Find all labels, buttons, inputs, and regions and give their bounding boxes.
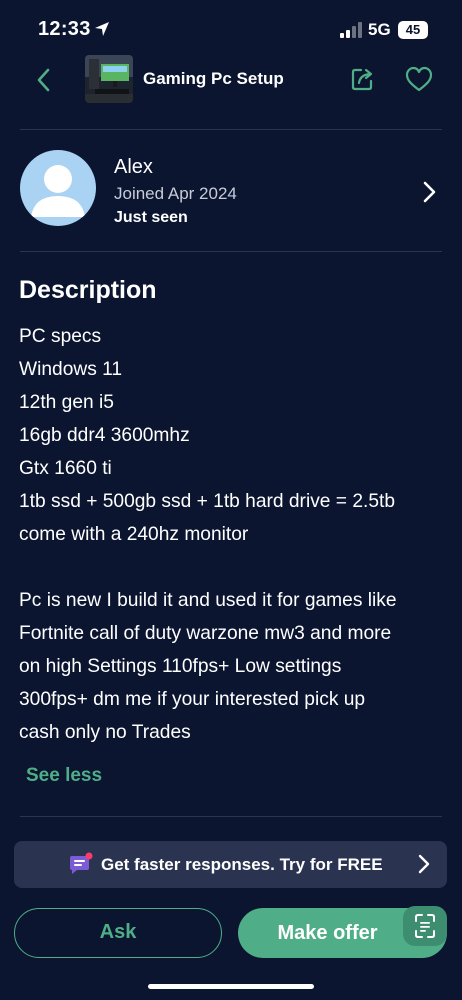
seller-divider — [20, 251, 442, 252]
chevron-right-icon — [418, 854, 430, 874]
description-line: PC specs — [19, 326, 102, 347]
description-line: on high Settings 110fps+ Low settings — [19, 656, 342, 677]
description-divider — [20, 816, 442, 817]
header-divider — [20, 129, 442, 130]
avatar — [20, 150, 96, 226]
home-indicator — [148, 984, 314, 989]
signal-bars-icon — [340, 22, 362, 38]
listing-header: Gaming Pc Setup — [0, 55, 462, 105]
scan-icon — [415, 914, 435, 938]
description-text: PC specs Windows 11 12th gen i5 16gb ddr… — [19, 320, 444, 749]
seller-row[interactable]: Alex Joined Apr 2024 Just seen — [0, 145, 462, 240]
description-line: Windows 11 — [19, 359, 123, 380]
make-offer-label: Make offer — [277, 922, 378, 944]
description-line: cash only no Trades — [19, 722, 191, 743]
description-line: 1tb ssd + 500gb ssd + 1tb hard drive = 2… — [19, 491, 396, 512]
description-line: Pc is new I build it and used it for gam… — [19, 590, 397, 611]
description-line: 300fps+ dm me if your interested pick up — [19, 689, 366, 710]
listing-thumbnail[interactable] — [85, 55, 133, 103]
location-arrow-icon — [95, 22, 109, 36]
description-line: Fortnite call of duty warzone mw3 and mo… — [19, 623, 392, 644]
seller-name: Alex — [114, 156, 153, 178]
description-line: 12th gen i5 — [19, 392, 114, 413]
back-chevron-icon[interactable] — [30, 65, 58, 95]
battery-icon: 45 — [398, 21, 428, 39]
page-title: Gaming Pc Setup — [143, 69, 284, 88]
scan-button[interactable] — [403, 906, 447, 946]
ask-button[interactable]: Ask — [14, 908, 222, 958]
description-heading: Description — [19, 276, 157, 304]
user-avatar-icon — [31, 165, 85, 217]
listing-thumbnail-image — [85, 55, 133, 103]
description-paragraph-gap — [19, 551, 444, 584]
chat-bubble-icon — [70, 852, 93, 874]
promo-text: Get faster responses. Try for FREE — [101, 855, 383, 874]
seller-joined-date: Joined Apr 2024 — [114, 184, 237, 203]
share-icon[interactable] — [349, 65, 377, 93]
status-time: 12:33 — [38, 18, 91, 40]
promo-banner[interactable]: Get faster responses. Try for FREE — [14, 841, 447, 888]
see-less-link[interactable]: See less — [26, 765, 102, 787]
seller-last-seen: Just seen — [114, 209, 188, 226]
description-line: come with a 240hz monitor — [19, 524, 249, 545]
heart-icon[interactable] — [404, 65, 434, 93]
network-type: 5G — [368, 20, 391, 39]
description-line: 16gb ddr4 3600mhz — [19, 425, 190, 446]
chevron-right-icon — [423, 181, 436, 203]
description-line: Gtx 1660 ti — [19, 458, 112, 479]
status-bar: 12:33 5G 45 — [0, 0, 462, 60]
